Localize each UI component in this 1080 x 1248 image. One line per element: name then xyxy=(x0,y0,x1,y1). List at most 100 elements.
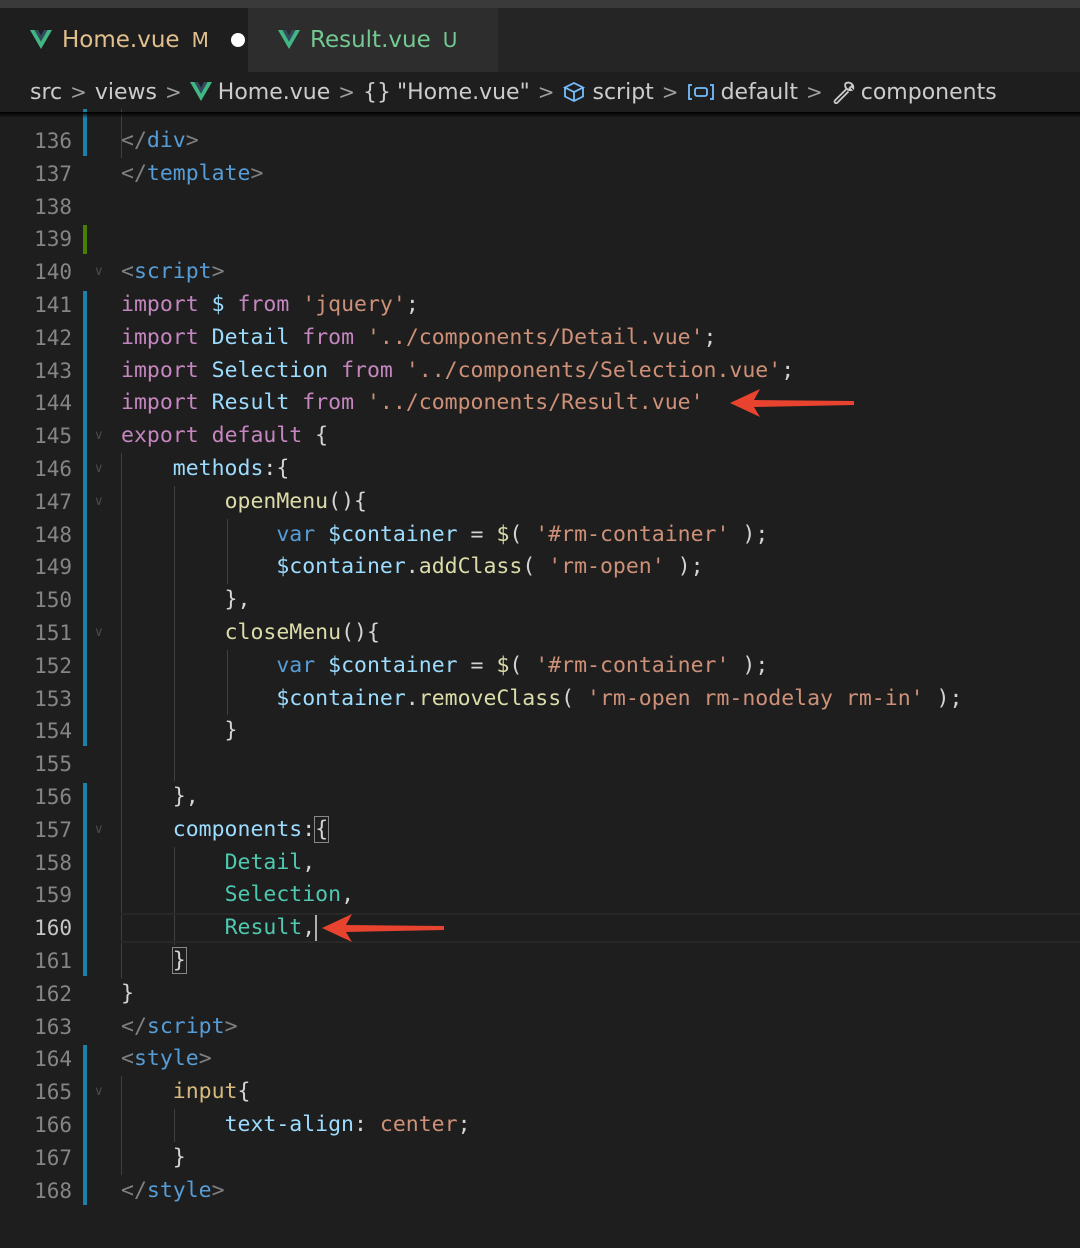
git-status-badge: U xyxy=(442,28,458,52)
line-number: 136 xyxy=(34,129,72,153)
code-line[interactable]: </template> xyxy=(121,158,263,191)
breadcrumb: src > views > Home.vue > {} "Home.vue" >… xyxy=(0,72,1080,112)
vue-file-icon xyxy=(189,82,212,101)
line-number: 137 xyxy=(34,161,72,186)
line-number: 151 xyxy=(34,621,72,645)
breadcrumb-item-views[interactable]: views xyxy=(95,80,157,105)
code-line[interactable]: Selection, xyxy=(121,879,354,912)
git-change-bar xyxy=(83,291,87,747)
code-line[interactable]: import Result from '../components/Result… xyxy=(121,387,704,420)
line-number: 141 xyxy=(34,293,72,317)
chevron-right-icon: > xyxy=(165,80,182,104)
git-status-badge: M xyxy=(191,28,209,52)
text-cursor xyxy=(315,915,318,942)
code-line[interactable]: import Detail from '../components/Detail… xyxy=(121,322,716,355)
line-number: 168 xyxy=(34,1178,72,1203)
breadcrumb-item-src[interactable]: src xyxy=(30,80,62,105)
breadcrumb-label: components xyxy=(860,79,997,105)
line-number: 144 xyxy=(34,391,72,416)
line-number: 154 xyxy=(34,719,72,744)
breadcrumb-item-default[interactable]: default xyxy=(687,80,798,105)
line-number: 145 xyxy=(34,424,72,449)
line-number: 164 xyxy=(34,1047,72,1072)
editor-tab-bar: Home.vue M Result.vue U xyxy=(0,8,1080,72)
breadcrumb-item-file[interactable]: Home.vue xyxy=(189,80,330,105)
fold-chevron-icon[interactable]: ∨ xyxy=(94,453,104,486)
code-line[interactable]: }, xyxy=(121,781,199,814)
chevron-right-icon: > xyxy=(805,80,823,104)
tab-home-vue[interactable]: Home.vue M xyxy=(0,8,248,72)
fold-chevron-icon[interactable]: ∨ xyxy=(94,420,104,453)
line-number: 143 xyxy=(34,358,72,383)
code-line[interactable]: $container.addClass( 'rm-open' ); xyxy=(121,551,703,584)
code-line[interactable]: }, xyxy=(121,584,251,617)
code-line[interactable]: } xyxy=(121,945,187,978)
code-line[interactable]: Result, xyxy=(121,912,318,945)
git-change-bar xyxy=(83,225,87,255)
fold-chevron-icon[interactable]: ∨ xyxy=(94,814,104,847)
line-number: 149 xyxy=(34,555,72,580)
breadcrumb-item-module[interactable]: {} "Home.vue" xyxy=(363,80,530,105)
fold-chevron-icon[interactable]: ∨ xyxy=(94,1076,104,1109)
line-number: 162 xyxy=(34,981,72,1006)
line-number: 138 xyxy=(34,194,72,219)
code-line[interactable]: $container.removeClass( 'rm-open rm-node… xyxy=(121,683,962,716)
fold-chevron-icon[interactable]: ∨ xyxy=(94,256,104,289)
breadcrumb-label: views xyxy=(94,79,158,105)
code-line[interactable]: } xyxy=(121,978,134,1011)
git-change-bar xyxy=(83,1045,87,1206)
wrench-icon xyxy=(833,81,854,104)
code-line[interactable]: Detail, xyxy=(121,847,316,880)
fold-chevron-icon[interactable]: ∨ xyxy=(94,486,104,519)
tab-label: Result.vue xyxy=(310,27,431,53)
code-line[interactable]: </script> xyxy=(121,1011,238,1044)
code-line[interactable]: import Selection from '../components/Sel… xyxy=(121,355,794,388)
code-line[interactable]: export default { xyxy=(121,420,328,453)
code-line[interactable]: openMenu(){ xyxy=(121,486,367,519)
vue-file-icon xyxy=(278,30,300,49)
line-number: 159 xyxy=(34,883,72,908)
code-line[interactable]: var $container = $( '#rm-container' ); xyxy=(121,519,768,552)
code-line[interactable]: </style> xyxy=(121,1175,225,1208)
unsaved-dot-icon[interactable] xyxy=(230,33,245,47)
code-line[interactable]: } xyxy=(121,1142,186,1175)
code-line[interactable]: methods:{ xyxy=(121,453,290,486)
braces-icon: {} xyxy=(363,79,392,105)
code-line[interactable]: components:{ xyxy=(121,814,330,847)
code-line[interactable]: <style> xyxy=(121,1043,212,1076)
code-line[interactable]: import $ from 'jquery'; xyxy=(121,289,419,322)
line-number: 161 xyxy=(34,949,72,973)
tab-result-vue[interactable]: Result.vue U xyxy=(248,8,498,72)
code-line[interactable]: </div> xyxy=(121,125,199,158)
fold-chevron-icon[interactable]: ∨ xyxy=(94,617,104,650)
line-number: 166 xyxy=(34,1113,72,1137)
line-number: 142 xyxy=(34,325,72,350)
breadcrumb-label: src xyxy=(30,79,63,105)
git-change-bar xyxy=(83,783,87,976)
chevron-right-icon: > xyxy=(338,80,356,104)
code-line[interactable]: var $container = $( '#rm-container' ); xyxy=(121,650,768,683)
window-top-band xyxy=(0,0,1080,8)
line-number: 140 xyxy=(34,260,72,285)
breadcrumb-label: "Home.vue" xyxy=(397,79,530,105)
code-line[interactable]: text-align: center; xyxy=(121,1109,471,1142)
breadcrumb-label: default xyxy=(720,79,798,105)
breadcrumb-label: script xyxy=(592,79,654,105)
breadcrumb-shadow xyxy=(0,112,1080,118)
annotation-arrow-import xyxy=(730,389,854,418)
line-number: 156 xyxy=(34,785,72,809)
line-number: 155 xyxy=(34,752,72,777)
variable-icon xyxy=(687,84,714,100)
cube-icon xyxy=(563,81,586,103)
tab-label: Home.vue xyxy=(62,27,180,53)
chevron-right-icon: > xyxy=(537,80,555,104)
code-line[interactable]: } xyxy=(121,715,238,748)
code-editor[interactable]: 136 </div> 137 </template> 138 139 140 ∨ <script… xyxy=(0,109,1080,1248)
breadcrumb-item-components[interactable]: components xyxy=(831,80,997,105)
code-line[interactable]: closeMenu(){ xyxy=(121,617,380,650)
code-line[interactable]: <script> xyxy=(121,256,225,289)
line-number: 167 xyxy=(34,1145,72,1170)
line-number: 152 xyxy=(34,653,72,678)
code-line[interactable]: input{ xyxy=(121,1076,251,1109)
breadcrumb-item-script[interactable]: script xyxy=(562,79,654,105)
